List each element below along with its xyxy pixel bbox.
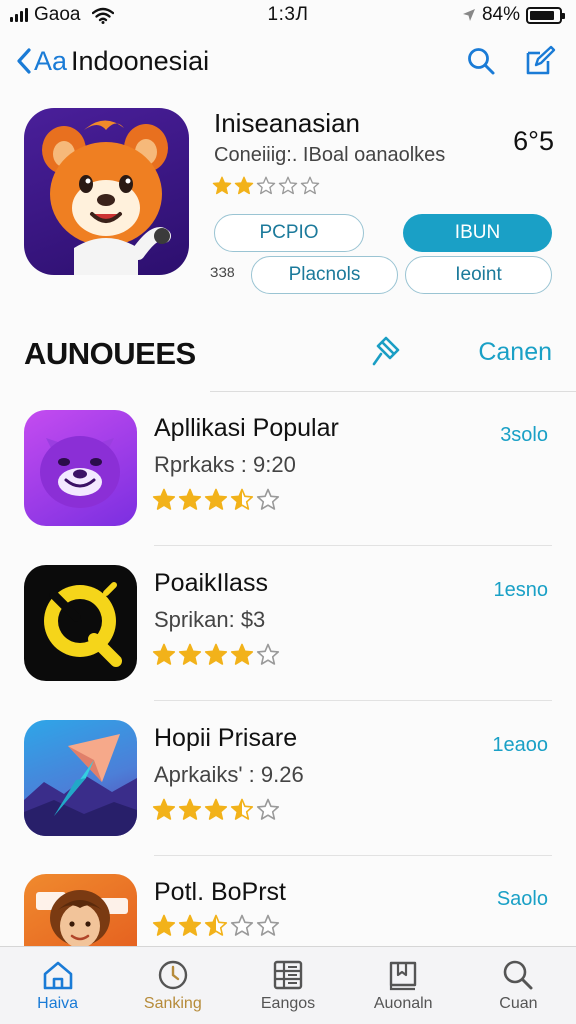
back-label: Aa [34,45,68,76]
compose-icon[interactable] [524,45,556,77]
app-action-button[interactable]: 1esno [494,579,549,602]
search-icon [504,960,533,990]
tab-haiva[interactable]: Haiva [0,947,115,1024]
placnols-button[interactable]: Placnols [251,256,398,294]
fox-mascot-icon [24,108,189,275]
featured-app-subtitle: Coneiiig:. IBoal oanaolkes [214,144,446,166]
app-meta: Rprkaks : 9:20 [154,452,296,477]
list-item[interactable]: Apllikasi Popular Rprkaks : 9:20 3solo [24,410,552,546]
star-empty-icon [230,914,254,936]
app-rating-stars [152,798,280,822]
featured-app[interactable]: Iniseanasian 6°5 Coneiiig:. IBoal oanaol… [24,108,554,298]
star-full-icon [204,643,228,665]
section-header: AUNOUEES Canen [0,326,576,392]
star-empty-icon [300,176,320,195]
star-full-icon [178,488,202,510]
app-rating-stars [152,914,280,938]
star-full-icon [234,176,254,195]
pcpio-button[interactable]: PCPIO [214,214,364,252]
section-title: AUNOUEES [24,336,196,371]
star-full-icon [178,914,202,936]
tab-label: Sanking [143,995,202,1012]
star-full-icon [178,798,202,820]
list-item[interactable]: Hopii Prisare Aprkaiks' : 9.26 1eaoo [24,720,552,856]
star-full-icon [212,176,232,195]
tab-bar: Haiva Sanking Eangos Auonaln Cuan [0,946,576,1024]
back-button[interactable]: Aa [16,46,67,77]
app-name: PoaikIlass [154,569,268,597]
star-half-icon [230,488,254,510]
search-icon[interactable] [466,46,496,76]
star-full-icon [204,488,228,510]
ieoint-button[interactable]: Ieoint [405,256,552,294]
page-title: Indoonesiai [71,45,210,76]
tab-label: Haiva [37,995,79,1012]
app-action-button[interactable]: Saolo [497,888,548,911]
paper-plane-icon [24,720,137,836]
row-divider [154,855,552,856]
star-empty-icon [256,643,280,665]
featured-rating-stars [212,176,320,196]
tab-label: Eangos [260,995,316,1012]
home-icon [43,961,72,990]
star-half-icon [204,914,228,936]
grid-icon [273,960,303,990]
pin-icon[interactable] [368,334,400,368]
featured-app-name: Iniseanasian [214,108,360,138]
star-empty-icon [256,798,280,820]
get-button[interactable]: IBUN [403,214,552,252]
tab-label: Auonaln [373,995,433,1012]
star-full-icon [152,914,176,936]
app-meta: Aprkaiks' : 9.26 [154,762,304,787]
star-half-icon [230,798,254,820]
star-empty-icon [256,176,276,195]
status-bar: Gaoa 1:3Л 84% [0,0,576,30]
tab-label: Cuan [499,995,538,1012]
app-action-button[interactable]: 1eaoo [492,734,548,757]
app-meta: Sprikan: $3 [154,607,266,632]
row-divider [154,700,552,701]
purple-bear-icon [24,410,137,526]
chevron-left-icon [17,48,31,74]
tab-cuan[interactable]: Cuan [461,947,576,1024]
tab-auonaln[interactable]: Auonaln [346,947,461,1024]
nav-bar: Aa Indoonesiai [0,38,576,84]
yellow-q-icon [24,565,137,681]
star-empty-icon [278,176,298,195]
featured-app-size: 6°5 [513,126,554,156]
app-rating-stars [152,643,280,667]
app-action-button[interactable]: 3solo [500,424,548,447]
app-rating-stars [152,488,280,512]
status-time: 1:3Л [267,4,309,25]
star-empty-icon [256,914,280,936]
app-name: Apllikasi Popular [154,414,339,442]
star-full-icon [152,488,176,510]
app-name: Potl. BoPrst [154,878,286,906]
star-full-icon [204,798,228,820]
app-name: Hopii Prisare [154,724,298,752]
star-full-icon [152,798,176,820]
tab-eangos[interactable]: Eangos [230,947,345,1024]
battery-fill [530,10,554,20]
clock-icon [158,960,187,990]
row-divider [154,545,552,546]
tab-sanking[interactable]: Sanking [115,947,230,1024]
star-full-icon [230,643,254,665]
star-full-icon [178,643,202,665]
section-action[interactable]: Canen [478,338,552,367]
section-divider [210,391,576,392]
star-empty-icon [256,488,280,510]
star-full-icon [152,643,176,665]
book-icon [390,961,417,991]
battery-icon [526,6,565,24]
pill-row-label: ЗЗ8 [210,264,235,280]
nav-actions [466,45,556,77]
list-item[interactable]: PoaikIlass Sprikan: $3 1esno [24,565,552,701]
